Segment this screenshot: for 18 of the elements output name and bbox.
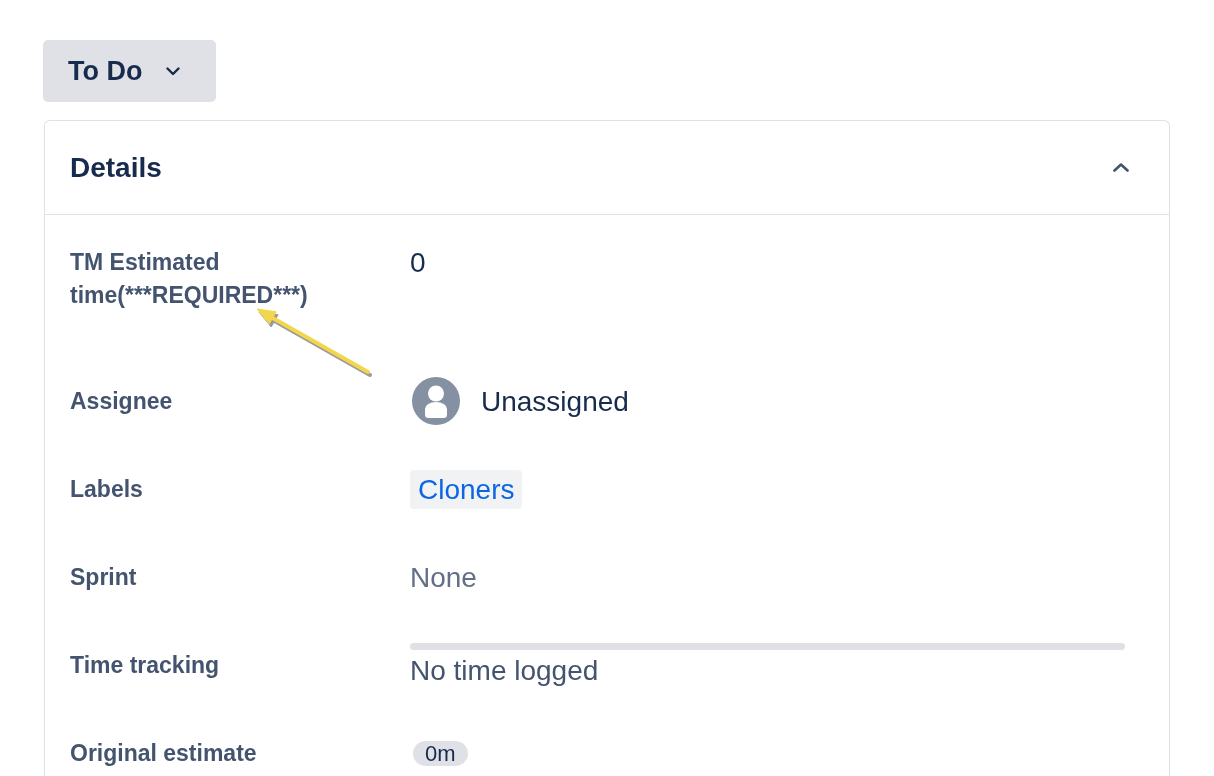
label-tag[interactable]: Cloners [410,469,523,509]
chevron-down-icon [166,66,181,76]
status-dropdown-button[interactable]: To Do [43,40,217,102]
estimate-lozenge: 0m [413,740,468,766]
field-label: Original estimate [70,738,258,768]
field-label: Sprint [70,562,138,592]
field-label: Time tracking [70,650,221,680]
avatar-icon [412,377,460,425]
field-label: Assignee [70,386,174,416]
field-value: 0 [410,247,426,278]
chevron-icon[interactable] [1113,163,1129,172]
field-label: TM Estimated time(***REQUIRED***) [70,248,309,310]
panel-title: Details [70,151,162,184]
field-value: None [410,561,477,593]
assignee-name: Unassigned [481,384,629,418]
annotation-arrow-icon [255,307,373,378]
field-value: No time logged [410,654,600,687]
field-label: Labels [70,474,144,504]
